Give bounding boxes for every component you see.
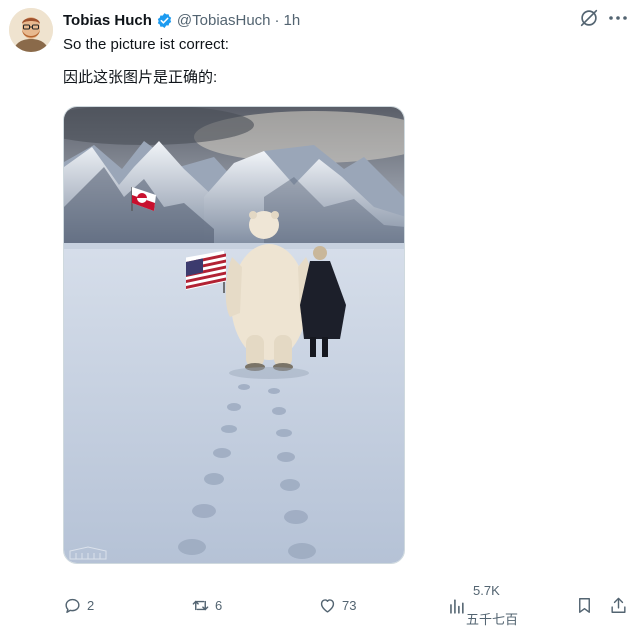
grok-icon[interactable]: [578, 7, 600, 29]
repost-button[interactable]: 6: [191, 596, 222, 615]
more-icon[interactable]: [606, 6, 630, 30]
share-icon[interactable]: [609, 596, 628, 615]
views-caption: 五千七百: [466, 612, 519, 627]
like-icon: [320, 599, 335, 613]
post-time[interactable]: 1h: [284, 12, 301, 29]
avatar[interactable]: [9, 8, 53, 52]
post-image[interactable]: [63, 106, 405, 564]
verified-badge-icon: [157, 12, 172, 28]
bookmark-icon[interactable]: [575, 596, 594, 615]
reply-icon: [65, 598, 80, 613]
like-button[interactable]: 73: [318, 596, 356, 615]
like-count: 73: [342, 598, 357, 613]
post-header: Tobias Huch @TobiasHuch · 1h: [63, 10, 300, 30]
views-count: 5.7K: [473, 583, 500, 598]
reply-button[interactable]: 2: [63, 596, 94, 615]
separator-dot: ·: [274, 11, 280, 29]
repost-icon: [192, 600, 209, 611]
action-bar: 2 6 73 5.7K 五千七百: [0, 580, 641, 630]
author-handle[interactable]: @TobiasHuch: [177, 12, 271, 29]
views-icon: [450, 599, 464, 614]
post-text-chinese: 因此这张图片是正确的:: [63, 69, 218, 86]
reply-count: 2: [87, 598, 95, 613]
author-name[interactable]: Tobias Huch: [63, 12, 152, 29]
repost-count: 6: [215, 598, 223, 613]
post-text-english: So the picture ist correct:: [63, 36, 229, 53]
